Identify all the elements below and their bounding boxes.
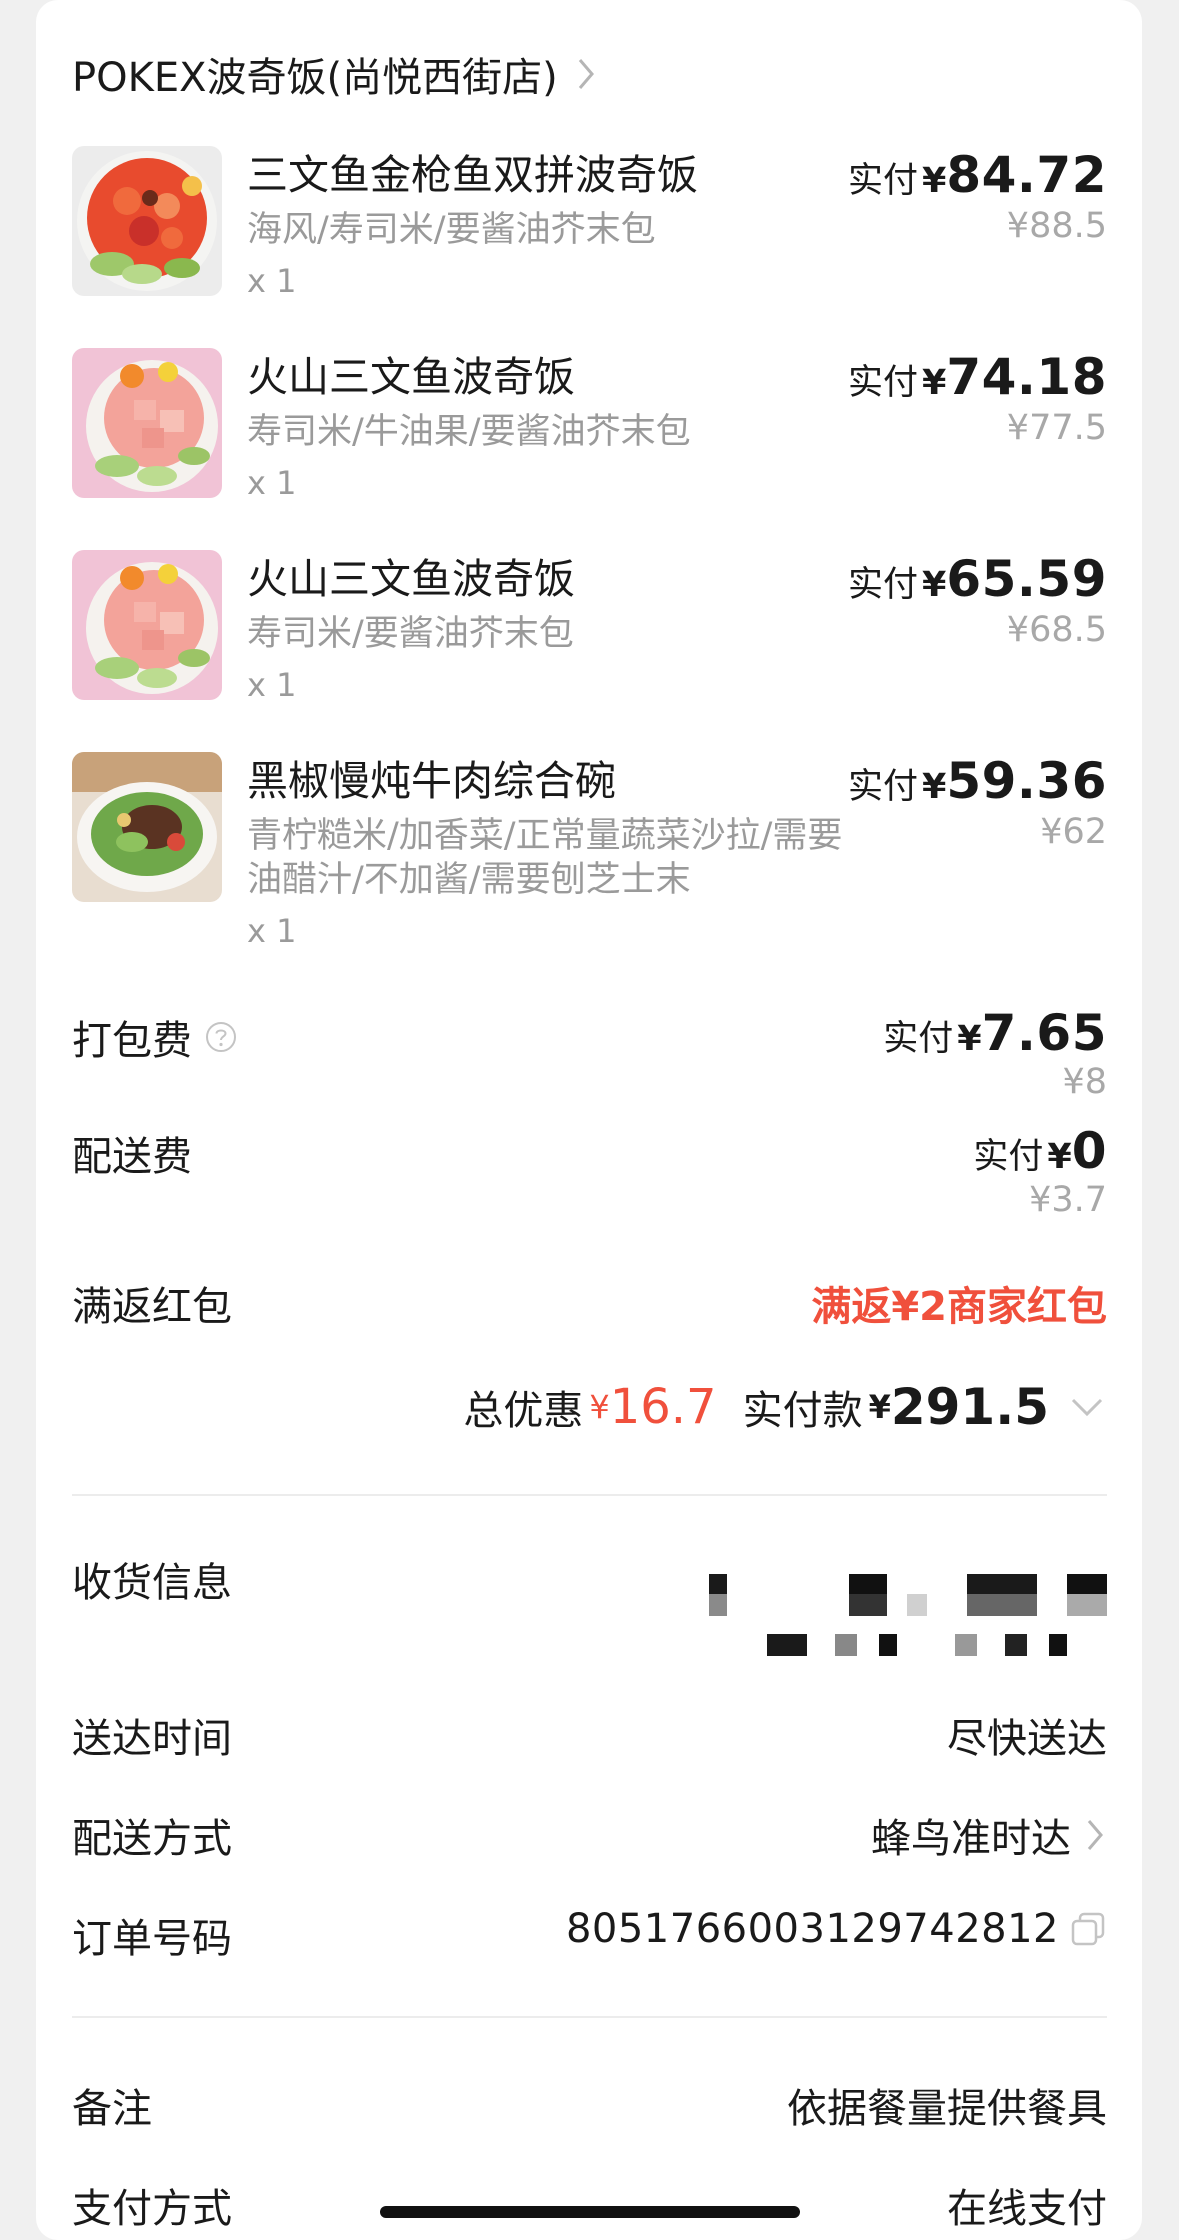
- paid-amount: 65.59: [946, 550, 1107, 608]
- order-item[interactable]: 黑椒慢炖牛肉综合碗 青柠糙米/加香菜/正常量蔬菜沙拉/需要油醋汁/不加酱/需要刨…: [72, 752, 1107, 952]
- remark-label: 备注: [72, 2086, 152, 2132]
- total-discount-amount: 16.7: [609, 1379, 717, 1435]
- red-packet-label: 满返红包: [72, 1284, 232, 1330]
- paid-label: 实付: [847, 767, 918, 807]
- currency-symbol: ¥: [921, 565, 947, 605]
- total-discount-currency: ¥: [589, 1388, 610, 1426]
- currency-symbol: ¥: [957, 1019, 982, 1059]
- delivery-method-value: 蜂鸟准时达: [871, 1816, 1071, 1862]
- paid-label: 实付: [973, 1137, 1044, 1177]
- item-qty: x 1: [247, 666, 297, 704]
- delivery-time-label: 送达时间: [72, 1716, 232, 1762]
- paid-amount: 59.36: [946, 752, 1107, 810]
- total-discount-label: 总优惠: [463, 1388, 584, 1434]
- copy-icon[interactable]: [1069, 1910, 1107, 1948]
- item-original-price: ¥88.5: [1006, 206, 1107, 246]
- item-spec: 青柠糙米/加香菜/正常量蔬菜沙拉/需要油醋汁/不加酱/需要刨芝士末: [247, 816, 843, 900]
- packing-fee-paid: 实付 ¥7.65: [883, 1004, 1107, 1062]
- total-paid-currency: ¥: [868, 1388, 891, 1426]
- receiver-info-redacted: [707, 1572, 1107, 1656]
- item-paid: 实付 ¥74.18: [848, 348, 1107, 406]
- chevron-down-icon[interactable]: [1067, 1392, 1107, 1422]
- currency-symbol: ¥: [1047, 1137, 1072, 1177]
- packing-fee-original: ¥8: [1062, 1062, 1107, 1102]
- order-totals[interactable]: 总优惠 ¥ 16.7 实付款 ¥ 291.5: [463, 1378, 1107, 1436]
- paid-amount: 7.65: [981, 1004, 1107, 1062]
- order-item[interactable]: 三文鱼金枪鱼双拼波奇饭 海风/寿司米/要酱油芥末包 x 1 实付 ¥84.72 ¥…: [72, 146, 1107, 316]
- chevron-right-icon: [578, 59, 594, 89]
- item-paid: 实付 ¥84.72: [848, 146, 1107, 204]
- item-image-salmon-tuna-poke: [72, 146, 222, 296]
- paid-label: 实付: [847, 363, 918, 403]
- currency-symbol: ¥: [921, 767, 947, 807]
- paid-amount: 84.72: [946, 146, 1107, 204]
- payment-method-value: 在线支付: [947, 2186, 1107, 2232]
- order-item[interactable]: 火山三文鱼波奇饭 寿司米/牛油果/要酱油芥末包 x 1 实付 ¥74.18 ¥77…: [72, 348, 1107, 518]
- item-qty: x 1: [247, 464, 297, 502]
- paid-label: 实付: [883, 1019, 954, 1059]
- item-original-price: ¥77.5: [1006, 408, 1107, 448]
- divider: [72, 1494, 1107, 1496]
- packing-fee-label: 打包费: [72, 1018, 192, 1064]
- home-indicator[interactable]: [380, 2206, 800, 2218]
- order-no-value: 8051766003129742812: [565, 1906, 1059, 1952]
- delivery-fee-paid: 实付 ¥0: [973, 1122, 1107, 1180]
- item-original-price: ¥62: [1040, 812, 1107, 852]
- order-no-label: 订单号码: [72, 1916, 232, 1962]
- store-link[interactable]: POKEX波奇饭(尚悦西街店): [72, 42, 598, 106]
- item-name: 黑椒慢炖牛肉综合碗: [247, 757, 616, 805]
- item-spec: 海风/寿司米/要酱油芥末包: [247, 210, 656, 250]
- item-qty: x 1: [247, 262, 297, 300]
- item-name: 火山三文鱼波奇饭: [247, 555, 575, 603]
- delivery-method-link[interactable]: 蜂鸟准时达: [871, 1806, 1107, 1864]
- item-paid: 实付 ¥59.36: [848, 752, 1107, 810]
- item-image-black-pepper-beef: [72, 752, 222, 902]
- item-qty: x 1: [247, 912, 297, 950]
- help-icon[interactable]: [204, 1020, 238, 1054]
- delivery-fee-label: 配送费: [72, 1134, 192, 1180]
- order-no-row: 8051766003129742812: [566, 1906, 1107, 1952]
- paid-label: 实付: [847, 565, 918, 605]
- item-paid: 实付 ¥65.59: [848, 550, 1107, 608]
- item-name: 三文鱼金枪鱼双拼波奇饭: [247, 151, 698, 199]
- divider: [72, 2016, 1107, 2018]
- currency-symbol: ¥: [921, 161, 947, 201]
- item-image-volcano-salmon-poke: [72, 348, 222, 498]
- paid-label: 实付: [847, 161, 918, 201]
- delivery-fee-original: ¥3.7: [1029, 1180, 1107, 1220]
- order-item[interactable]: 火山三文鱼波奇饭 寿司米/要酱油芥末包 x 1 实付 ¥65.59 ¥68.5: [72, 550, 1107, 720]
- total-paid-amount: 291.5: [890, 1378, 1049, 1436]
- item-spec: 寿司米/要酱油芥末包: [247, 614, 574, 654]
- remark-value: 依据餐量提供餐具: [787, 2086, 1107, 2132]
- paid-amount: 0: [1071, 1122, 1107, 1180]
- delivery-time-value: 尽快送达: [947, 1716, 1107, 1762]
- item-original-price: ¥68.5: [1006, 610, 1107, 650]
- delivery-method-label: 配送方式: [72, 1816, 232, 1862]
- item-spec: 寿司米/牛油果/要酱油芥末包: [247, 412, 691, 452]
- packing-fee-label-row: 打包费: [72, 1008, 238, 1066]
- item-name: 火山三文鱼波奇饭: [247, 353, 575, 401]
- item-image-volcano-salmon-poke: [72, 550, 222, 700]
- paid-amount: 74.18: [946, 348, 1107, 406]
- total-paid-label: 实付款: [742, 1388, 863, 1434]
- payment-method-label: 支付方式: [72, 2186, 232, 2232]
- store-name: POKEX波奇饭(尚悦西街店): [72, 55, 558, 101]
- chevron-right-icon: [1087, 1820, 1103, 1850]
- receiver-label: 收货信息: [72, 1560, 232, 1606]
- currency-symbol: ¥: [921, 363, 947, 403]
- red-packet-value: 满返¥2商家红包: [811, 1284, 1107, 1330]
- order-detail-card: [36, 0, 1142, 2240]
